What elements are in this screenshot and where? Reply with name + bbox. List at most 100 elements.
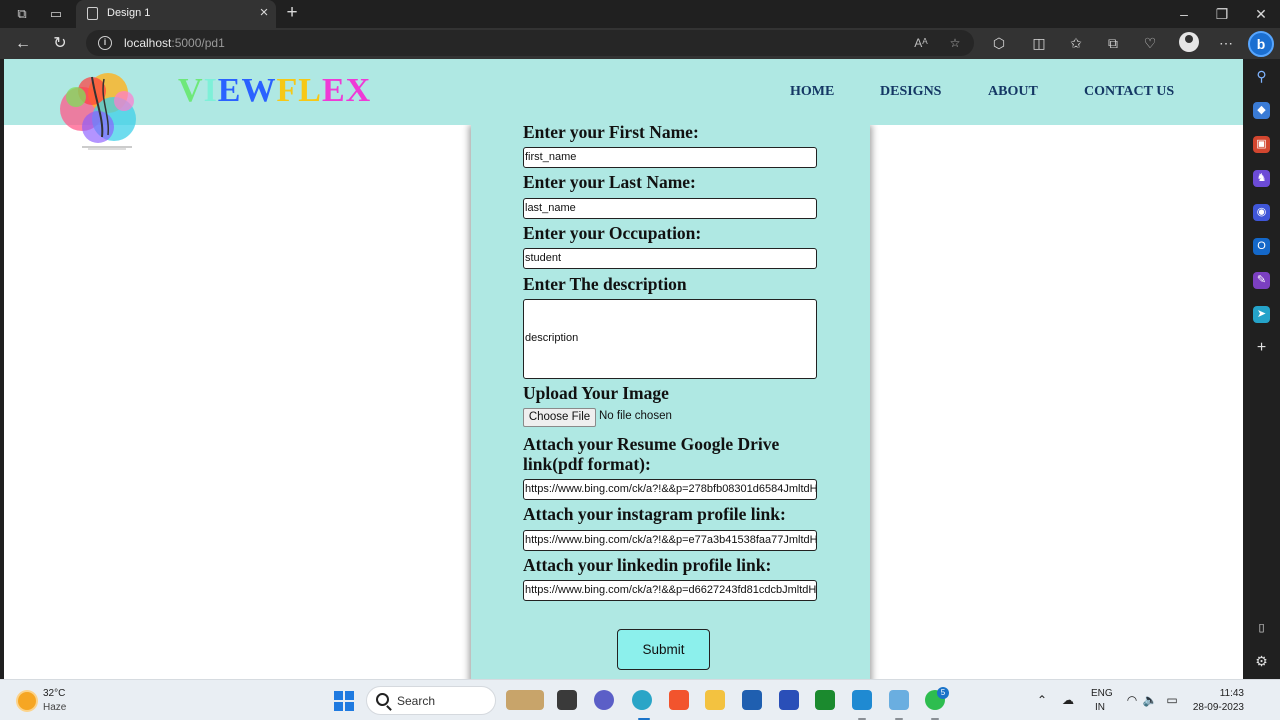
last-name-input[interactable]: last_name <box>523 198 817 219</box>
drop-icon[interactable]: ➤ <box>1253 306 1270 323</box>
tab-actions-icon[interactable]: ▭ <box>47 5 65 23</box>
page-viewport: VIEWFLEX HOME DESIGNS ABOUT CONTACT US E… <box>4 59 1243 679</box>
first-name-label: Enter your First Name: <box>523 122 699 142</box>
shopping-tag-icon[interactable]: ◆ <box>1253 102 1270 119</box>
nav-about[interactable]: ABOUT <box>988 84 1038 100</box>
linkedin-link-input[interactable]: https://www.bing.com/ck/a?!&&p=d6627243f… <box>523 580 817 601</box>
weather-condition[interactable]: Haze <box>43 702 66 713</box>
instagram-link-input[interactable]: https://www.bing.com/ck/a?!&&p=e77a3b415… <box>523 530 817 551</box>
instagram-link-label: Attach your instagram profile link: <box>523 504 786 524</box>
minimize-button[interactable]: – <box>1174 4 1194 24</box>
browser-sidebar: ⚲ ◆ ▣ ♞ ◉ O ✎ ➤ + ▯ ⚙ <box>1243 59 1280 679</box>
occupation-input[interactable]: student <box>523 248 817 269</box>
nav-home[interactable]: HOME <box>790 84 834 100</box>
brand-letter: X <box>345 72 372 109</box>
logo <box>60 73 136 150</box>
start-button[interactable] <box>334 691 354 711</box>
extensions-icon[interactable]: ⬡ <box>988 32 1010 54</box>
brand-letter: W <box>241 72 277 109</box>
copilot-icon[interactable]: ◉ <box>1253 204 1270 221</box>
tools-briefcase-icon[interactable]: ▣ <box>1253 136 1270 153</box>
brave-browser-icon[interactable] <box>669 690 689 710</box>
taskbar-search-placeholder: Search <box>397 694 436 708</box>
brand-letter: E <box>217 72 242 109</box>
first-name-input[interactable]: first_name <box>523 147 817 168</box>
profile-avatar[interactable] <box>1179 32 1199 52</box>
description-textarea[interactable]: description <box>523 299 817 379</box>
brand-letter: I <box>203 72 218 109</box>
submit-button[interactable]: Submit <box>617 629 710 670</box>
settings-gear-icon[interactable]: ⚙ <box>1253 653 1270 670</box>
favorite-star-icon[interactable]: ☆ <box>946 34 964 52</box>
add-sidebar-app-icon[interactable]: + <box>1253 339 1270 356</box>
windows-logo-pane <box>334 702 343 711</box>
hide-sidebar-icon[interactable]: ▯ <box>1253 620 1270 637</box>
xbox-icon[interactable] <box>815 690 835 710</box>
new-tab-button[interactable]: + <box>282 3 302 23</box>
games-icon[interactable]: ♞ <box>1253 170 1270 187</box>
weather-sun-icon[interactable] <box>18 692 36 710</box>
collections-icon[interactable]: ⧉ <box>1102 32 1124 54</box>
onedrive-cloud-icon[interactable]: ☁ <box>1060 692 1076 708</box>
occupation-label: Enter your Occupation: <box>523 223 702 243</box>
bing-copilot-icon[interactable]: b <box>1248 31 1274 57</box>
browser-tab[interactable]: Design 1 × <box>76 0 276 28</box>
url-text[interactable]: localhost:5000/pd1 <box>124 36 225 50</box>
search-icon <box>376 693 389 706</box>
workspaces-icon[interactable]: ⧉ <box>13 5 31 23</box>
read-aloud-icon[interactable]: Aᴬ <box>912 34 930 52</box>
language-region[interactable]: IN <box>1095 702 1105 713</box>
teams-chat-icon[interactable] <box>594 690 614 710</box>
split-screen-icon[interactable]: ◫ <box>1028 32 1050 54</box>
tab-title: Design 1 <box>107 7 151 19</box>
taskbar: 32°C Haze Search ⌃ ☁ ENG IN ◠ 🔈 ▭ 11:43 … <box>0 679 1280 720</box>
site-info-icon[interactable]: i <box>98 36 112 50</box>
browser-essentials-icon[interactable]: ♡ <box>1139 32 1161 54</box>
edge-browser-icon[interactable] <box>632 690 652 710</box>
close-window-button[interactable]: ✕ <box>1251 4 1271 24</box>
battery-icon[interactable]: ▭ <box>1164 692 1180 708</box>
choose-file-button[interactable]: Choose File <box>523 408 596 427</box>
designer-icon[interactable]: ✎ <box>1253 272 1270 289</box>
taskbar-search[interactable]: Search <box>366 686 496 715</box>
back-arrow-icon[interactable]: ← <box>12 33 34 55</box>
more-options-icon[interactable]: ⋯ <box>1215 32 1237 54</box>
refresh-icon[interactable]: ↻ <box>49 33 71 55</box>
brand-letter: V <box>178 72 204 109</box>
favorites-icon[interactable]: ✩ <box>1065 32 1087 54</box>
last-name-label: Enter your Last Name: <box>523 172 696 192</box>
outlook-icon[interactable]: O <box>1253 238 1270 255</box>
clock-date[interactable]: 28-09-2023 <box>1192 702 1244 713</box>
search-icon[interactable]: ⚲ <box>1253 68 1270 85</box>
weather-temperature[interactable]: 32°C <box>43 688 65 699</box>
windows-logo-pane <box>345 691 354 700</box>
brand-title[interactable]: VIEWFLEX <box>178 72 371 110</box>
chevron-up-icon[interactable]: ⌃ <box>1034 692 1050 708</box>
restore-button[interactable]: ❐ <box>1212 4 1232 24</box>
vscode-icon[interactable] <box>852 690 872 710</box>
volume-icon[interactable]: 🔈 <box>1142 692 1158 708</box>
resume-link-input[interactable]: https://www.bing.com/ck/a?!&&p=278bfb083… <box>523 479 817 500</box>
url-host: localhost <box>124 36 172 50</box>
windows-logo-pane <box>345 702 354 711</box>
address-bar[interactable]: i localhost:5000/pd1 Aᴬ ☆ <box>86 30 974 56</box>
task-view-icon[interactable] <box>557 690 577 710</box>
file-explorer-icon[interactable] <box>705 690 725 710</box>
clock-time[interactable]: 11:43 <box>1208 688 1244 699</box>
resume-link-label: Attach your Resume Google Drive link(pdf… <box>523 434 780 474</box>
nav-designs[interactable]: DESIGNS <box>880 84 941 100</box>
snipping-tool-icon[interactable] <box>889 690 909 710</box>
wifi-icon[interactable]: ◠ <box>1124 692 1140 708</box>
language-code[interactable]: ENG <box>1091 688 1113 699</box>
description-label: Enter The description <box>523 274 687 294</box>
profile-form: Enter your First Name: first_name Enter … <box>471 122 870 679</box>
close-tab-icon[interactable]: × <box>256 5 272 21</box>
app-icon[interactable] <box>779 690 799 710</box>
browser-toolbar: ← ↻ i localhost:5000/pd1 Aᴬ ☆ ⬡ ◫ ✩ ⧉ ♡ … <box>0 28 1280 59</box>
whatsapp-notification-badge: 5 <box>937 687 949 699</box>
brand-letter: F <box>276 72 299 109</box>
page-icon <box>87 7 98 20</box>
nav-contact-us[interactable]: CONTACT US <box>1084 84 1174 100</box>
microsoft-store-icon[interactable] <box>742 690 762 710</box>
search-highlight-icon[interactable] <box>506 690 544 710</box>
